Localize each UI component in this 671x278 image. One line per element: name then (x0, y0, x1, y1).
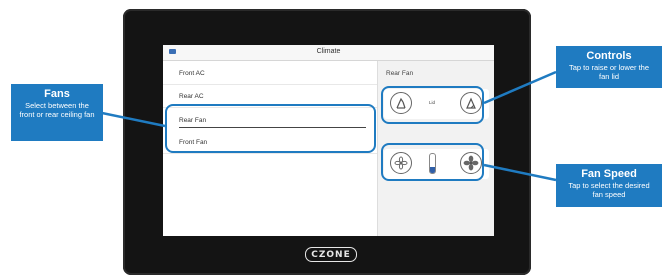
controls-callout-text: Tap to raise or lower the fan lid (568, 63, 650, 81)
fans-callout: Fans Select between the front or rear ce… (11, 84, 103, 141)
fan-speed-callout: Fan Speed Tap to select the desired fan … (556, 164, 662, 207)
fan-speed-callout-title: Fan Speed (581, 168, 637, 180)
controls-callout-title: Controls (586, 50, 632, 62)
fans-callout-title: Fans (44, 88, 70, 100)
fans-callout-text: Select between the front or rear ceiling… (19, 101, 95, 119)
controls-callout: Controls Tap to raise or lower the fan l… (556, 46, 662, 88)
fan-speed-callout-text: Tap to select the desired fan speed (568, 181, 650, 199)
